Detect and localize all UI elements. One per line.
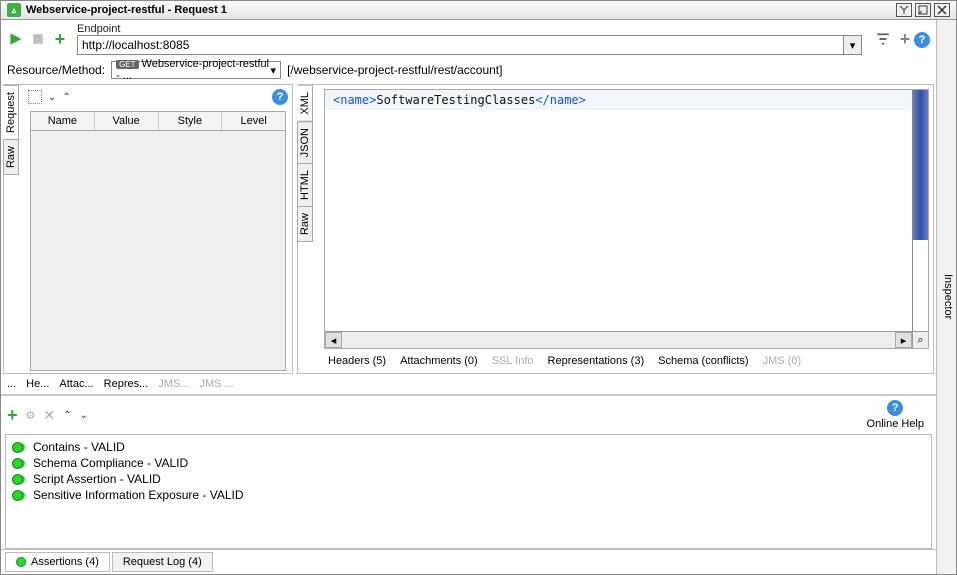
- window-min-icon[interactable]: [896, 3, 912, 17]
- help-icon[interactable]: ?: [272, 89, 288, 105]
- status-dot-icon: [12, 474, 23, 485]
- req-headers[interactable]: He...: [26, 378, 49, 390]
- resource-path: [/webservice-project-restful/rest/accoun…: [287, 63, 502, 77]
- resp-headers[interactable]: Headers (5): [328, 355, 386, 367]
- resp-schema[interactable]: Schema (conflicts): [658, 355, 748, 367]
- status-dot-icon: [12, 458, 23, 469]
- chevron-down-icon: ▾: [271, 64, 277, 77]
- add2-icon[interactable]: +: [896, 30, 914, 48]
- add-icon[interactable]: +: [51, 30, 69, 48]
- filter-icon[interactable]: [874, 30, 892, 48]
- tab-raw[interactable]: Raw: [3, 139, 19, 175]
- tab-xml[interactable]: XML: [297, 85, 313, 122]
- status-dot-icon: [12, 490, 23, 501]
- req-representations[interactable]: Repres...: [104, 378, 149, 390]
- inspector-sidebar[interactable]: Inspector: [936, 20, 956, 574]
- tab-request-log[interactable]: Request Log (4): [112, 552, 213, 572]
- col-name: Name: [31, 112, 95, 130]
- window-titlebar: ▵ Webservice-project-restful - Request 1: [1, 1, 956, 20]
- tab-assertions[interactable]: Assertions (4): [5, 552, 110, 572]
- scroll-right-icon[interactable]: ▸: [895, 332, 912, 348]
- col-style: Style: [159, 112, 223, 130]
- assertion-row[interactable]: Script Assertion - VALID: [10, 471, 927, 487]
- horizontal-scrollbar[interactable]: ◂ ▸ ⌕: [325, 331, 928, 348]
- assertion-row[interactable]: Schema Compliance - VALID: [10, 455, 927, 471]
- status-dot-icon: [16, 557, 26, 567]
- scroll-left-icon[interactable]: ◂: [325, 332, 342, 348]
- params-table: Name Value Style Level: [30, 111, 286, 371]
- window-title: Webservice-project-restful - Request 1: [26, 4, 227, 16]
- tab-json[interactable]: JSON: [297, 121, 313, 164]
- col-level: Level: [222, 112, 285, 130]
- endpoint-toolbar: + Endpoint ▾ + ?: [1, 20, 936, 58]
- chevron-down-icon[interactable]: ⌄: [48, 92, 56, 103]
- resource-label: Resource/Method:: [7, 63, 105, 77]
- chevron-down-icon[interactable]: ⌄: [80, 410, 88, 421]
- window-max-icon[interactable]: [915, 3, 931, 17]
- req-jms2: JMS ...: [199, 378, 233, 390]
- search-in-view-icon[interactable]: ⌕: [912, 332, 928, 348]
- window-close-icon[interactable]: [934, 3, 950, 17]
- req-attachments[interactable]: Attac...: [59, 378, 93, 390]
- chevron-up-icon[interactable]: ⌃: [62, 92, 70, 103]
- col-value: Value: [95, 112, 159, 130]
- remove-icon[interactable]: ✕: [43, 407, 55, 424]
- assertion-row[interactable]: Contains - VALID: [10, 439, 927, 455]
- gear-icon[interactable]: ⚙: [26, 409, 36, 422]
- resp-attachments[interactable]: Attachments (0): [400, 355, 478, 367]
- status-dot-icon: [12, 442, 23, 453]
- resource-combo[interactable]: GETWebservice-project-restful - ... ▾: [111, 61, 281, 79]
- play-icon[interactable]: [7, 30, 25, 48]
- expand-icon[interactable]: [28, 90, 42, 104]
- chevron-up-icon[interactable]: ⌃: [63, 410, 71, 421]
- resp-jms: JMS (0): [763, 355, 802, 367]
- tab-raw-resp[interactable]: Raw: [297, 206, 313, 242]
- tab-request[interactable]: Request: [3, 85, 19, 140]
- endpoint-dropdown-icon[interactable]: ▾: [844, 35, 862, 55]
- resource-bar: Resource/Method: GETWebservice-project-r…: [1, 58, 936, 82]
- req-more[interactable]: ...: [7, 378, 16, 390]
- endpoint-label: Endpoint: [77, 23, 862, 35]
- help-icon[interactable]: ?: [914, 32, 930, 48]
- assertions-list: Contains - VALID Schema Compliance - VAL…: [5, 434, 932, 549]
- stop-icon[interactable]: [29, 30, 47, 48]
- add-assertion-icon[interactable]: +: [7, 405, 18, 426]
- req-jms1: JMS...: [158, 378, 189, 390]
- app-icon: ▵: [7, 3, 21, 17]
- tab-html[interactable]: HTML: [297, 163, 313, 207]
- online-help-link[interactable]: ? Online Help: [867, 400, 924, 430]
- response-xml-view[interactable]: <name>SoftwareTestingClasses</name> ◂ ▸ …: [324, 89, 929, 349]
- assertion-row[interactable]: Sensitive Information Exposure - VALID: [10, 487, 927, 503]
- endpoint-input[interactable]: [77, 35, 844, 55]
- resp-ssl: SSL Info: [492, 355, 534, 367]
- resp-representations[interactable]: Representations (3): [548, 355, 645, 367]
